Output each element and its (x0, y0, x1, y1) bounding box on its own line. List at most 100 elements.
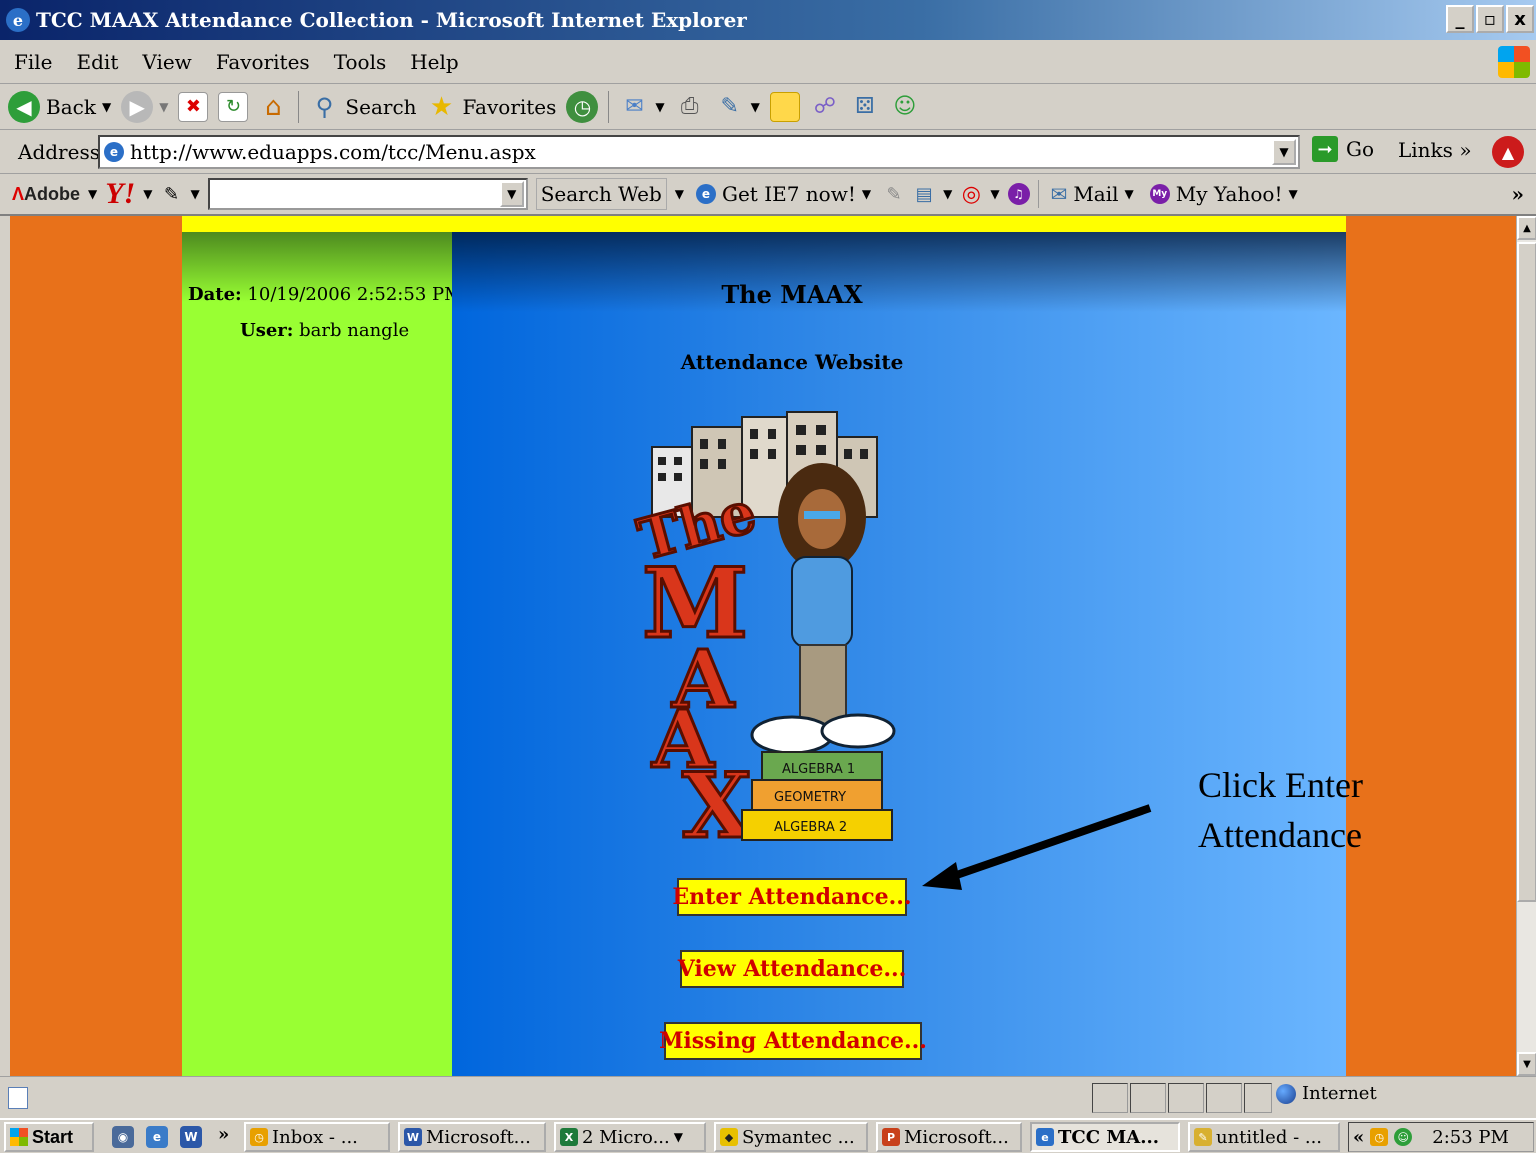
refresh-icon[interactable]: ↻ (218, 91, 249, 122)
music-icon[interactable]: ♫ (1007, 183, 1030, 205)
menu-file[interactable]: File (14, 50, 53, 74)
adobe-pdf-icon[interactable]: ▲ (1492, 136, 1524, 168)
menu-edit[interactable]: Edit (77, 50, 119, 74)
yahoo-logo[interactable]: Y! (105, 177, 135, 211)
links-button[interactable]: Links » (1398, 138, 1472, 162)
start-button[interactable]: Start (4, 1122, 94, 1152)
scroll-down-icon[interactable]: ▼ (1517, 1052, 1536, 1076)
contacts-icon[interactable]: ☺ (890, 92, 920, 122)
site-subtitle: Attendance Website (680, 350, 904, 374)
history-icon[interactable]: ◷ (566, 90, 599, 123)
task-powerpoint[interactable]: P Microsoft... (876, 1122, 1022, 1152)
menu-favorites[interactable]: Favorites (216, 50, 310, 74)
stop-icon[interactable]: ✖ (178, 91, 209, 122)
my-yahoo-button[interactable]: My My Yahoo! ▼ (1146, 182, 1302, 206)
system-tray: « ◷ ☺ 2:53 PM (1348, 1122, 1534, 1152)
print-icon[interactable]: ⎙ (675, 92, 705, 122)
ie-window-icon[interactable]: e (6, 8, 30, 32)
task-symantec[interactable]: ◆ Symantec ... (714, 1122, 868, 1152)
menu-tools[interactable]: Tools (334, 50, 387, 74)
window-icon[interactable]: ▤ (913, 179, 935, 209)
quicklaunch-browser-icon[interactable]: e (146, 1126, 168, 1148)
chevron-down-icon: ▼ (861, 187, 872, 201)
close-button[interactable]: x (1506, 5, 1534, 33)
missing-attendance-button[interactable]: Missing Attendance... (659, 1022, 927, 1060)
mail-button[interactable]: ✉ ▼ (619, 92, 664, 122)
chevron-down-icon[interactable]: ▼ (499, 181, 524, 207)
menu-view[interactable]: View (142, 50, 191, 74)
menu-help[interactable]: Help (410, 50, 458, 74)
target-icon[interactable]: ◎ (960, 179, 982, 209)
chevron-down-icon: ▼ (673, 1130, 683, 1144)
callout-line-2: Attendance (1198, 815, 1362, 855)
highlight-icon[interactable]: ✎ (883, 179, 905, 209)
messenger-icon[interactable]: ⚄ (850, 92, 880, 122)
discuss-icon[interactable] (769, 91, 800, 122)
window-title-bar[interactable]: e TCC MAAX Attendance Collection - Micro… (0, 0, 1536, 40)
quicklaunch-word-icon[interactable]: W (180, 1126, 202, 1148)
chevron-down-icon[interactable]: ▼ (1272, 139, 1296, 165)
toolbar-divider (1037, 180, 1039, 208)
more-chevron-icon[interactable]: » (1512, 182, 1525, 206)
task-ie-active[interactable]: e TCC MA... (1030, 1122, 1180, 1152)
scroll-up-icon[interactable]: ▲ (1517, 216, 1536, 240)
menu-bar: File Edit View Favorites Tools Help (0, 40, 1536, 84)
quicklaunch-chevron-icon[interactable]: » (218, 1124, 229, 1145)
get-ie7-button[interactable]: e Get IE7 now! ▼ (692, 182, 875, 206)
info-panel: Date: 10/19/2006 2:52:53 PM User: barb n… (182, 232, 463, 1076)
maximize-button[interactable]: ▫ (1476, 5, 1504, 33)
user-value: barb nangle (299, 320, 410, 341)
envelope-icon: ✉ (1050, 182, 1068, 206)
search-label: Search (345, 94, 417, 119)
enter-attendance-button[interactable]: Enter Attendance... (672, 878, 912, 916)
tray-clock-app-icon[interactable]: ◷ (1370, 1128, 1389, 1146)
go-button[interactable]: ➞ Go (1312, 136, 1374, 162)
tray-chevron-icon[interactable]: « (1353, 1127, 1364, 1148)
task-word[interactable]: W Microsoft... (398, 1122, 546, 1152)
chevron-down-icon[interactable]: ▼ (943, 187, 952, 201)
chevron-down-icon[interactable]: ▼ (751, 100, 760, 114)
book-label-algebra2: ALGEBRA 2 (774, 820, 847, 835)
search-web-button[interactable]: Search Web (535, 178, 667, 210)
quicklaunch-desktop-icon[interactable]: ◉ (112, 1126, 134, 1148)
my-yahoo-icon: My (1149, 184, 1170, 204)
chevron-down-icon[interactable]: ▼ (159, 100, 168, 114)
task-excel[interactable]: X 2 Micro... ▼ (554, 1122, 706, 1152)
adobe-button[interactable]: ΛAdobe (12, 184, 80, 205)
window-title: TCC MAAX Attendance Collection - Microso… (36, 8, 747, 32)
chevron-down-icon[interactable]: ▼ (88, 187, 97, 201)
adobe-label: Adobe (24, 183, 81, 204)
status-cell (1244, 1083, 1272, 1113)
favorites-button[interactable]: ★ Favorites (427, 92, 557, 122)
chevron-down-icon: ▼ (1288, 187, 1298, 201)
minimize-button[interactable]: _ (1446, 5, 1474, 33)
chevron-down-icon[interactable]: ▼ (655, 100, 664, 114)
edit-button[interactable]: ✎ ▼ (715, 92, 760, 122)
forward-button[interactable]: ▶ ▼ (121, 90, 168, 123)
pencil-icon[interactable]: ✎ (160, 179, 182, 209)
tray-status-icon[interactable]: ☺ (1394, 1128, 1413, 1146)
home-icon[interactable]: ⌂ (258, 92, 288, 122)
security-zone[interactable]: Internet (1276, 1083, 1377, 1104)
chevron-down-icon[interactable]: ▼ (675, 187, 684, 201)
task-inbox[interactable]: ◷ Inbox - ... (244, 1122, 390, 1152)
ie-icon: e (695, 184, 716, 204)
scroll-thumb[interactable] (1517, 242, 1536, 902)
task-paint[interactable]: ✎ untitled - ... (1188, 1122, 1340, 1152)
chevron-down-icon[interactable]: ▼ (143, 187, 152, 201)
clock[interactable]: 2:53 PM (1432, 1127, 1509, 1148)
yahoo-search-input[interactable]: ▼ (207, 178, 528, 210)
task-label: TCC MA... (1058, 1126, 1160, 1148)
chevron-down-icon[interactable]: ▼ (990, 187, 999, 201)
vertical-scrollbar[interactable]: ▲ ▼ (1516, 216, 1536, 1076)
view-attendance-button[interactable]: View Attendance... (678, 950, 906, 988)
back-button[interactable]: ◀ Back ▼ (8, 90, 111, 123)
chevron-down-icon[interactable]: ▼ (102, 100, 111, 114)
search-button[interactable]: ⚲ Search (309, 92, 417, 122)
research-icon[interactable]: ☍ (810, 92, 840, 122)
chevron-down-icon[interactable]: ▼ (190, 187, 199, 201)
status-bar: Internet (0, 1076, 1536, 1118)
mail-button[interactable]: ✉ Mail ▼ (1047, 182, 1138, 206)
word-icon: W (404, 1128, 422, 1146)
address-input[interactable]: e http://www.eduapps.com/tcc/Menu.aspx ▼ (98, 135, 1300, 169)
